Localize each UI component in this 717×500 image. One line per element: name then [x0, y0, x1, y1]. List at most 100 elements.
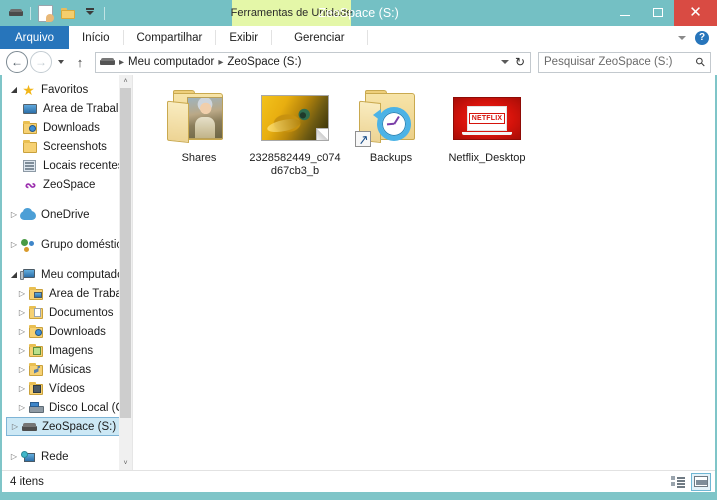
item-label: Netflix_Desktop — [448, 152, 526, 164]
explorer-body: ◢ ★ Favoritos Área de Trabalho Downloads… — [2, 75, 715, 470]
sidebar-item-label: Locais recentes — [43, 159, 124, 172]
list-item[interactable]: Shares — [151, 83, 247, 178]
zeospace-icon: ∾ — [24, 176, 37, 193]
customize-chevron-icon[interactable] — [80, 4, 99, 23]
computer-icon — [20, 267, 37, 283]
view-toggle-group — [668, 472, 711, 491]
status-bar: 4 itens — [2, 470, 715, 492]
expand-twisty-icon[interactable]: ▷ — [16, 308, 28, 317]
expand-twisty-icon[interactable]: ▷ — [16, 365, 28, 374]
breadcrumb-item-computer[interactable]: Meu computador — [126, 56, 216, 68]
tab-gerenciar[interactable]: Gerenciar — [272, 26, 367, 49]
new-folder-icon[interactable] — [58, 4, 77, 23]
breadcrumb-separator: ▸ — [218, 56, 224, 68]
expand-twisty-icon[interactable]: ▷ — [16, 289, 28, 298]
scrollbar-thumb[interactable] — [120, 88, 131, 418]
details-view-button[interactable] — [668, 473, 688, 491]
large-icons-view-button[interactable] — [691, 472, 711, 491]
sidebar-item-downloads[interactable]: Downloads — [2, 118, 132, 137]
maximize-button[interactable] — [641, 0, 674, 24]
expand-twisty-icon[interactable]: ▷ — [16, 346, 28, 355]
file-explorer-window: Ferramentas de Unidade ZeoSpace (S:) ✕ A… — [0, 0, 717, 500]
folder-icon — [22, 139, 39, 155]
close-button[interactable]: ✕ — [674, 0, 717, 26]
caption-buttons: ✕ — [608, 0, 717, 26]
tab-compartilhar[interactable]: Compartilhar — [124, 26, 216, 49]
navigation-pane-scrollbar[interactable]: ˄ ˅ — [119, 75, 132, 470]
sidebar-item-label: Vídeos — [49, 382, 85, 395]
recent-places-icon — [22, 158, 39, 174]
sidebar-group-meu-computador[interactable]: ◢ Meu computador — [2, 265, 132, 284]
breadcrumb-item-zeospace[interactable]: ZeoSpace (S:) — [225, 56, 303, 68]
sidebar-group-rede[interactable]: ▷ Rede — [2, 447, 132, 466]
sidebar-item-documentos[interactable]: ▷ Documentos — [2, 303, 132, 322]
image-file-thumbnail — [259, 87, 331, 149]
up-button[interactable]: ↑ — [70, 52, 90, 72]
downloads-folder-icon — [22, 120, 39, 136]
forward-button[interactable]: → — [30, 51, 52, 73]
back-button[interactable]: ← — [6, 51, 28, 73]
address-bar: ← → ↑ ▸ Meu computador ▸ ZeoSpace (S:) ↻… — [0, 49, 717, 75]
downloads-folder-icon — [28, 324, 45, 340]
minimize-button[interactable] — [608, 0, 641, 24]
expand-twisty-icon[interactable]: ◢ — [8, 85, 20, 94]
sidebar-item-musicas[interactable]: ▷ Músicas — [2, 360, 132, 379]
quick-access-toolbar — [6, 3, 107, 23]
scroll-up-arrow-icon[interactable]: ˄ — [119, 75, 132, 88]
expand-twisty-icon[interactable]: ▷ — [16, 384, 28, 393]
sidebar-item-imagens[interactable]: ▷ Imagens — [2, 341, 132, 360]
scrollbar-track[interactable] — [119, 88, 132, 457]
list-item[interactable]: ↗ Backups — [343, 83, 439, 178]
netflix-app-icon: NETFLIX — [451, 87, 523, 149]
sidebar-item-zeospace-favorite[interactable]: ∾ ZeoSpace — [2, 175, 132, 194]
sidebar-item-area-de-trabalho[interactable]: Área de Trabalho — [2, 99, 132, 118]
sidebar-item-pc-downloads[interactable]: ▷ Downloads — [2, 322, 132, 341]
sidebar-group-onedrive[interactable]: ▷ OneDrive — [2, 205, 132, 224]
sidebar-group-label: Rede — [41, 450, 69, 463]
expand-twisty-icon[interactable]: ▷ — [16, 403, 28, 412]
network-icon — [20, 449, 37, 465]
sidebar-item-screenshots[interactable]: Screenshots — [2, 137, 132, 156]
chevron-down-icon[interactable] — [500, 60, 509, 64]
help-icon[interactable]: ? — [695, 30, 709, 45]
sidebar-item-pc-area-de-trabalho[interactable]: ▷ Área de Trabalho — [2, 284, 132, 303]
drive-icon — [21, 419, 38, 435]
list-item[interactable]: 2328582449_c074d67cb3_b — [247, 83, 343, 178]
expand-twisty-icon[interactable]: ◢ — [8, 270, 20, 279]
toolbar-divider — [104, 6, 105, 20]
expand-twisty-icon[interactable]: ▷ — [9, 422, 21, 431]
scroll-down-arrow-icon[interactable]: ˅ — [119, 457, 132, 470]
expand-twisty-icon[interactable]: ▷ — [8, 210, 20, 219]
tab-inicio[interactable]: Início — [69, 26, 123, 49]
expand-twisty-icon[interactable]: ▷ — [8, 240, 20, 249]
drive-icon[interactable] — [6, 4, 25, 23]
search-input[interactable]: Pesquisar ZeoSpace (S:) ⚲ — [538, 51, 711, 73]
expand-twisty-icon[interactable]: ▷ — [16, 327, 28, 336]
sidebar-item-disco-local-c[interactable]: ▷ Disco Local (C:) — [2, 398, 132, 417]
ribbon-right-controls: ? — [678, 26, 717, 49]
tab-exibir[interactable]: Exibir — [216, 26, 271, 49]
sidebar-item-zeospace-drive[interactable]: ▷ ZeoSpace (S:) — [6, 417, 128, 436]
backup-folder-shortcut-icon: ↗ — [355, 87, 427, 149]
sidebar-group-label: OneDrive — [41, 208, 90, 221]
videos-folder-icon — [28, 381, 45, 397]
recent-locations-chevron-icon[interactable] — [54, 52, 68, 72]
address-path-box[interactable]: ▸ Meu computador ▸ ZeoSpace (S:) ↻ — [95, 51, 531, 73]
tab-arquivo[interactable]: Arquivo — [0, 26, 69, 49]
refresh-icon[interactable]: ↻ — [515, 56, 525, 68]
sidebar-group-grupo-domestico[interactable]: ▷ Grupo doméstico — [2, 235, 132, 254]
contextual-tab-header: Ferramentas de Unidade — [231, 0, 352, 26]
list-item[interactable]: NETFLIX Netflix_Desktop — [439, 83, 535, 178]
music-folder-icon — [28, 362, 45, 378]
sidebar-group-label: Grupo doméstico — [41, 238, 129, 251]
sidebar-item-videos[interactable]: ▷ Vídeos — [2, 379, 132, 398]
file-list-pane[interactable]: Shares 2328582449_c074d67cb3_b ↗ Backups… — [132, 75, 715, 470]
sidebar-group-favoritos[interactable]: ◢ ★ Favoritos — [2, 80, 132, 99]
chevron-down-icon[interactable] — [678, 35, 686, 40]
homegroup-icon — [20, 237, 37, 253]
properties-icon[interactable] — [36, 4, 55, 23]
expand-twisty-icon[interactable]: ▷ — [8, 452, 20, 461]
sidebar-item-locais-recentes[interactable]: Locais recentes — [2, 156, 132, 175]
